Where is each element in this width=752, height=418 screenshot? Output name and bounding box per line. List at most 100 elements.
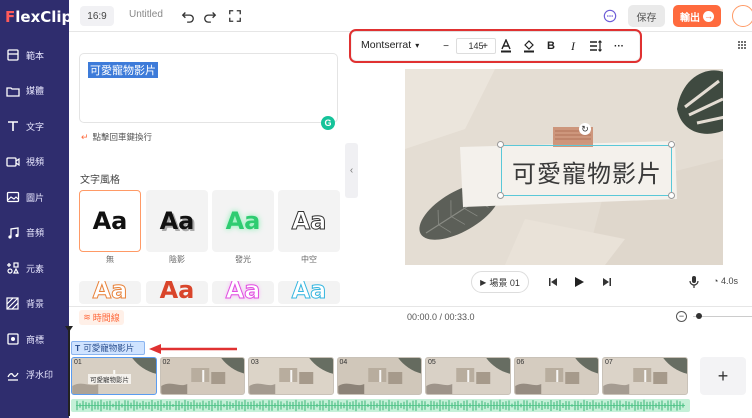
timeline-clip[interactable]: 03	[248, 357, 334, 395]
preview-title-text[interactable]: 可愛寵物影片	[502, 149, 672, 193]
enter-key-icon: ↵	[81, 131, 89, 142]
clip-thumbnail	[160, 358, 245, 394]
sidebar-item-2[interactable]: 文字	[0, 109, 69, 143]
add-clip-button[interactable]: +	[700, 357, 746, 395]
top-bar: 16:9 Untitled 保存 輸出 →	[69, 0, 752, 32]
text-input[interactable]: 可愛寵物影片 G	[79, 53, 338, 130]
sidebar-item-0[interactable]: 範本	[0, 38, 69, 72]
avatar[interactable]	[732, 5, 752, 27]
sidebar-item-label: 背景	[26, 299, 45, 309]
sidebar-item-3[interactable]: 視頻	[0, 145, 69, 179]
resize-handle[interactable]	[497, 192, 504, 199]
duration-value: 4.0s	[720, 276, 738, 286]
font-select[interactable]: Montserrat ▾	[361, 39, 419, 51]
collapse-panel-button[interactable]: ‹	[345, 143, 358, 198]
style-sample: Aa	[225, 207, 261, 235]
more-options-button[interactable]: ···	[611, 38, 627, 54]
clip-thumbnail	[603, 358, 687, 394]
timeline-clip[interactable]: 07	[602, 357, 688, 395]
sidebar-item-label: 範本	[26, 50, 45, 61]
timeline-clip[interactable]: 01 可愛寵物影片	[71, 357, 157, 395]
save-button[interactable]: 保存	[628, 5, 665, 27]
microphone-icon[interactable]	[686, 274, 702, 290]
zoom-out-button[interactable]: −	[676, 311, 687, 322]
sidebar-item-label: 媒體	[26, 86, 45, 96]
highlight-color-icon[interactable]	[521, 38, 537, 54]
grammarly-icon[interactable]: G	[321, 116, 335, 130]
scene-label: 場景 01	[489, 277, 520, 288]
text-style-title: 文字風格	[80, 175, 120, 186]
resize-handle[interactable]	[668, 192, 675, 199]
timeline-clip[interactable]: 06	[513, 357, 599, 395]
sidebar-item-9[interactable]: 浮水印	[0, 358, 69, 392]
arrow-right-icon: →	[703, 10, 714, 22]
sidebar-item-label: 視頻	[26, 157, 45, 167]
bold-button[interactable]: B	[544, 38, 558, 54]
skip-next-icon[interactable]	[599, 274, 615, 290]
project-title[interactable]: Untitled	[129, 9, 163, 20]
sidebar-item-4[interactable]: 圖片	[0, 180, 69, 214]
timeline-tab-label: 時間線	[92, 313, 120, 323]
style-sample: Aa	[92, 207, 128, 235]
audio-track[interactable]	[71, 399, 690, 412]
flexclip-logo[interactable]: FlexClip	[0, 0, 72, 33]
font-size-increase[interactable]: +	[479, 38, 491, 54]
sidebar-item-8[interactable]: 商標	[0, 322, 69, 356]
text-icon	[6, 119, 20, 133]
style-none-card[interactable]: Aa	[79, 190, 141, 252]
line-spacing-icon[interactable]	[588, 38, 604, 54]
folder-icon	[6, 84, 20, 98]
video-preview[interactable]: ↻ 可愛寵物影片	[405, 69, 723, 265]
style-card-pink[interactable]: Aa	[212, 281, 274, 304]
text-track-label: 可愛寵物影片	[83, 343, 135, 353]
timeline-clip[interactable]: 02	[159, 357, 245, 395]
playhead-handle[interactable]	[65, 326, 73, 332]
clip-number: 04	[339, 359, 348, 366]
chat-icon[interactable]	[600, 6, 620, 26]
playhead[interactable]	[68, 328, 70, 416]
sidebar-item-label: 音頻	[26, 228, 45, 238]
resize-handle[interactable]	[668, 141, 675, 148]
text-color-icon[interactable]	[498, 38, 514, 54]
grid-icon[interactable]	[737, 40, 747, 53]
sidebar-item-5[interactable]: 音頻	[0, 216, 69, 250]
zoom-slider-handle[interactable]	[696, 313, 702, 319]
style-card-red[interactable]: Aa	[146, 281, 208, 304]
clip-thumbnail	[337, 358, 422, 394]
timeline-clip[interactable]: 05	[425, 357, 511, 395]
sidebar-item-label: 浮水印	[26, 370, 54, 380]
timeline-tab[interactable]: ≋ 時間線	[79, 310, 124, 325]
resize-handle[interactable]	[497, 141, 504, 148]
rotate-icon[interactable]: ↻	[579, 123, 591, 135]
style-glow-card[interactable]: Aa	[212, 190, 274, 252]
redo-icon[interactable]	[200, 6, 220, 26]
timecode: 00:00.0 / 00:33.0	[407, 312, 475, 322]
audio-waveform	[76, 399, 685, 412]
timeline-clip[interactable]: 04	[336, 357, 422, 395]
style-label: 無	[106, 255, 114, 264]
text-track-clip[interactable]: T 可愛寵物影片	[71, 341, 145, 355]
clip-thumbnail	[514, 358, 599, 394]
fullscreen-icon[interactable]	[225, 6, 245, 26]
scene-play-button[interactable]: ▶ 場景 01	[471, 271, 529, 293]
clock-icon: ◔	[713, 276, 719, 286]
skip-previous-icon[interactable]	[545, 274, 561, 290]
style-hollow-card[interactable]: Aa	[278, 190, 340, 252]
play-icon[interactable]	[571, 274, 587, 290]
clip-thumbnail	[249, 358, 333, 394]
font-size-decrease[interactable]: −	[440, 38, 452, 54]
style-card-cyan[interactable]: Aa	[278, 281, 340, 304]
sidebar-item-7[interactable]: 背景	[0, 287, 69, 321]
style-card-orange[interactable]: Aa	[79, 281, 141, 304]
style-sample: Aa	[159, 207, 195, 235]
export-button[interactable]: 輸出 →	[673, 5, 721, 27]
music-icon	[6, 226, 20, 240]
italic-button[interactable]: I	[566, 38, 580, 54]
brand-icon	[6, 332, 20, 346]
clip-duration[interactable]: ◔ 4.0s	[713, 276, 738, 286]
sidebar-item-6[interactable]: 元素	[0, 251, 69, 285]
sidebar-item-1[interactable]: 媒體	[0, 74, 69, 108]
style-shadow-card[interactable]: Aa	[146, 190, 208, 252]
undo-icon[interactable]	[178, 6, 198, 26]
aspect-ratio-button[interactable]: 16:9	[80, 6, 114, 26]
